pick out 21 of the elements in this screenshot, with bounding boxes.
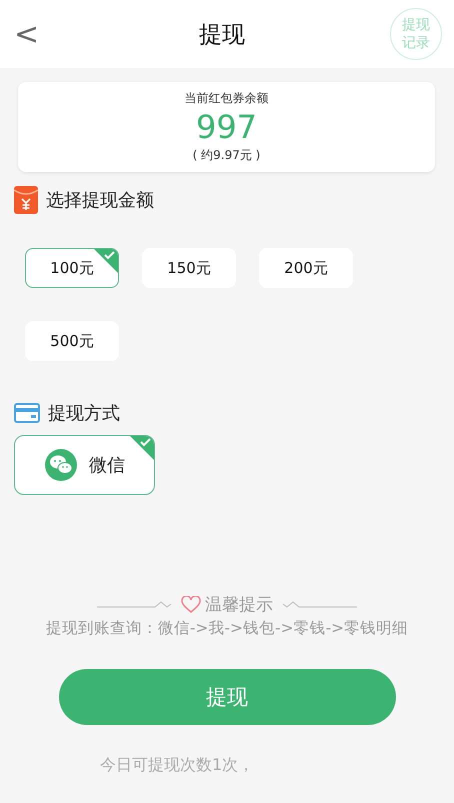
section-title: 提现方式	[48, 402, 120, 425]
balance-approx: ( 约9.97元 )	[192, 147, 260, 164]
heart-icon	[181, 596, 201, 614]
card-icon	[14, 403, 40, 423]
check-icon	[94, 249, 118, 273]
chat-bubbles-icon	[45, 449, 77, 481]
daily-limit-note: 今日可提现次数1次，	[100, 755, 256, 776]
section-title: 选择提现金额	[46, 189, 154, 212]
tip-text: 提现到账查询：微信->我->钱包->零钱->零钱明细	[44, 618, 410, 639]
amount-option[interactable]: 150元	[142, 248, 236, 288]
amount-option[interactable]: 100元	[25, 248, 119, 288]
page-title: 提现	[199, 20, 245, 50]
tip-title: 温馨提示	[205, 594, 273, 616]
payment-method-option[interactable]: 微信	[14, 435, 155, 495]
amount-option[interactable]: 200元	[259, 248, 353, 288]
back-button[interactable]: <	[14, 16, 54, 52]
balance-value: 997	[196, 107, 258, 147]
balance-label: 当前红包券余额	[184, 90, 268, 107]
envelope-icon	[14, 186, 38, 214]
check-icon	[130, 436, 154, 460]
amount-option[interactable]: 500元	[25, 321, 119, 361]
